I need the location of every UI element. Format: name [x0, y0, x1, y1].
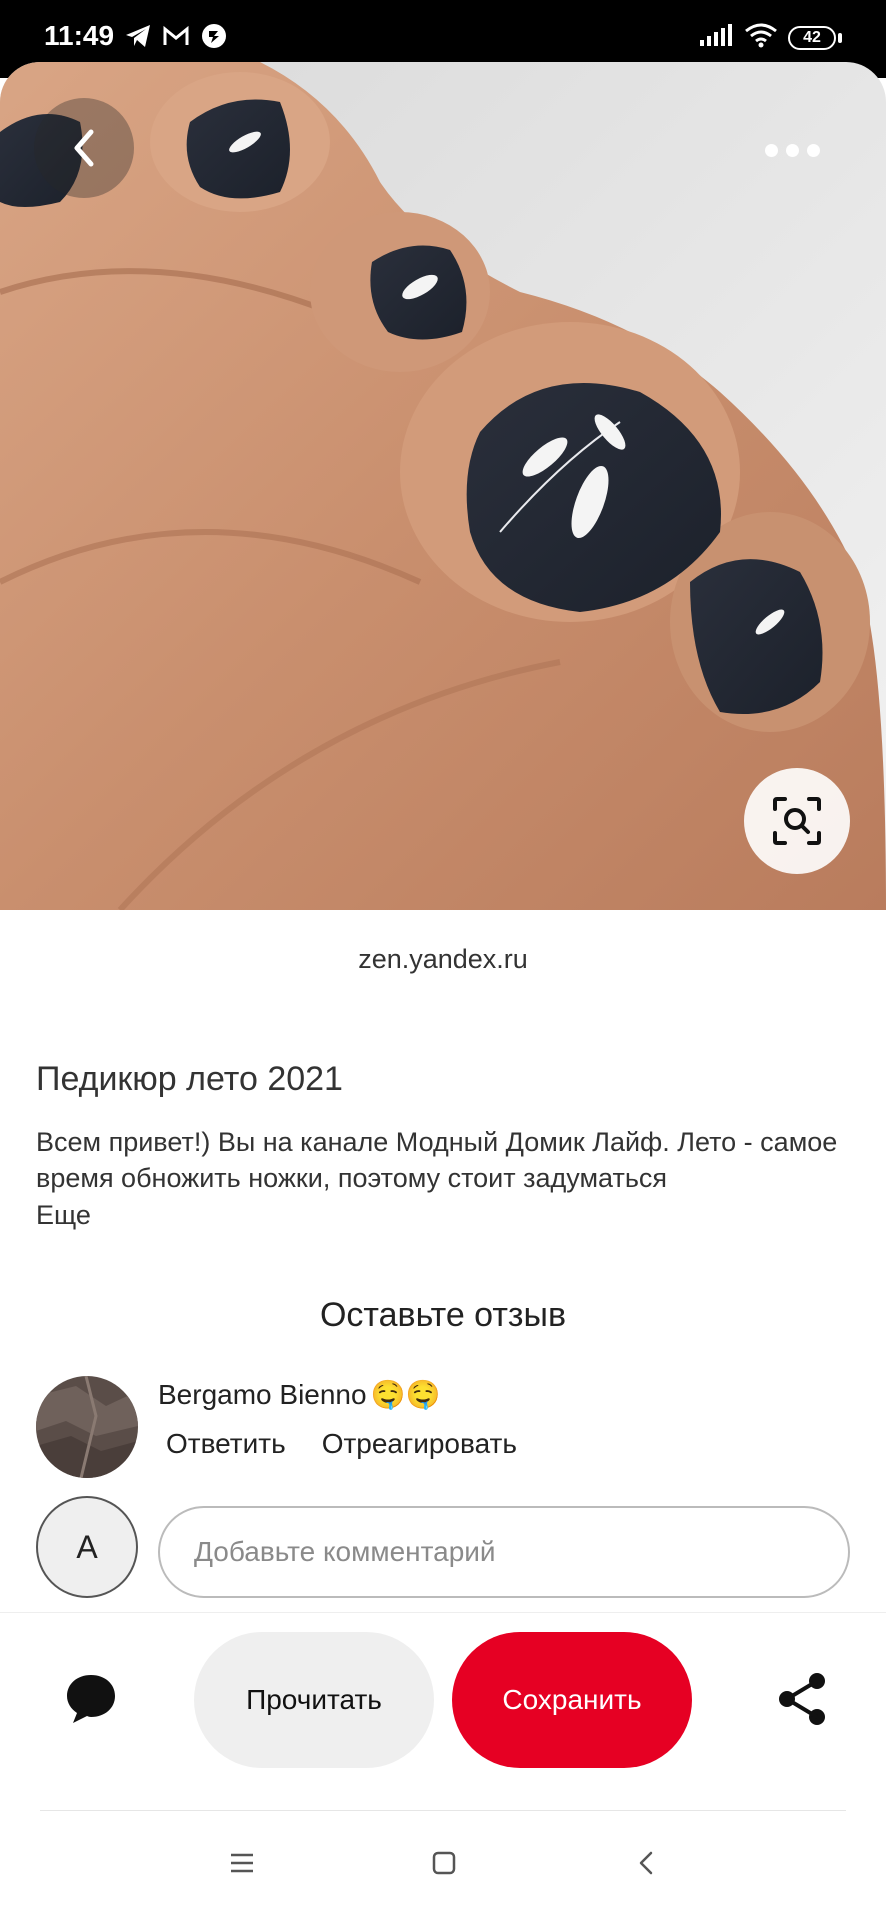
save-button[interactable]: Сохранить	[452, 1632, 692, 1768]
home-icon	[430, 1849, 458, 1882]
system-back-button[interactable]	[616, 1840, 676, 1890]
back-icon	[634, 1849, 658, 1882]
avatar[interactable]	[36, 1376, 138, 1478]
battery-level: 42	[788, 25, 836, 50]
status-time: 11:49	[44, 20, 115, 51]
signal-icon	[698, 22, 734, 53]
more-horizontal-icon	[764, 143, 778, 157]
user-avatar[interactable]: A	[36, 1496, 138, 1598]
gmail-icon	[162, 24, 190, 53]
pin-source-link[interactable]: zen.yandex.ru	[0, 944, 886, 975]
more-options-button[interactable]	[732, 120, 852, 180]
share-button[interactable]	[768, 1666, 838, 1736]
telegram-icon	[124, 23, 152, 54]
chevron-left-icon	[67, 128, 101, 168]
pin-description: Всем привет!) Вы на канале Модный Домик …	[36, 1127, 838, 1193]
reply-button[interactable]: Ответить	[166, 1428, 286, 1460]
read-button[interactable]: Прочитать	[194, 1632, 434, 1768]
status-right-icons: 42	[698, 22, 842, 53]
chat-bubble-icon	[63, 1671, 119, 1732]
comment-author[interactable]: Bergamo Bienno 🤤🤤	[158, 1378, 440, 1411]
back-button[interactable]	[34, 98, 134, 198]
system-nav-bar	[0, 1830, 886, 1900]
react-button[interactable]: Отреагировать	[322, 1428, 517, 1460]
comment-emoji: 🤤🤤	[370, 1379, 441, 1410]
recent-apps-button[interactable]	[212, 1840, 272, 1890]
more-horizontal-icon	[785, 143, 799, 157]
battery-cap	[838, 32, 842, 43]
read-more-link[interactable]: Еще	[36, 1200, 91, 1231]
comments-heading: Оставьте отзыв	[319, 1296, 567, 1334]
action-bar-divider	[0, 1612, 886, 1613]
nav-divider	[40, 1810, 846, 1811]
pedicure-photo	[0, 62, 886, 910]
menu-icon	[228, 1851, 256, 1880]
comments-button[interactable]	[56, 1666, 126, 1736]
more-horizontal-icon	[806, 143, 820, 157]
pin-image[interactable]	[0, 62, 886, 910]
wifi-icon	[744, 22, 778, 53]
status-left-icons	[124, 22, 228, 55]
comment-author-name: Bergamo Bienno	[158, 1378, 367, 1410]
home-button[interactable]	[414, 1840, 474, 1890]
comment-input[interactable]	[158, 1506, 850, 1598]
app-icon	[200, 22, 228, 55]
pin-title: Педикюр лето 2021	[36, 1060, 343, 1098]
visual-search-icon	[769, 793, 825, 849]
comment-actions: Ответить Отреагировать	[166, 1428, 517, 1460]
share-icon	[775, 1671, 831, 1732]
visual-search-button[interactable]	[744, 768, 850, 874]
battery-indicator: 42	[788, 25, 842, 50]
